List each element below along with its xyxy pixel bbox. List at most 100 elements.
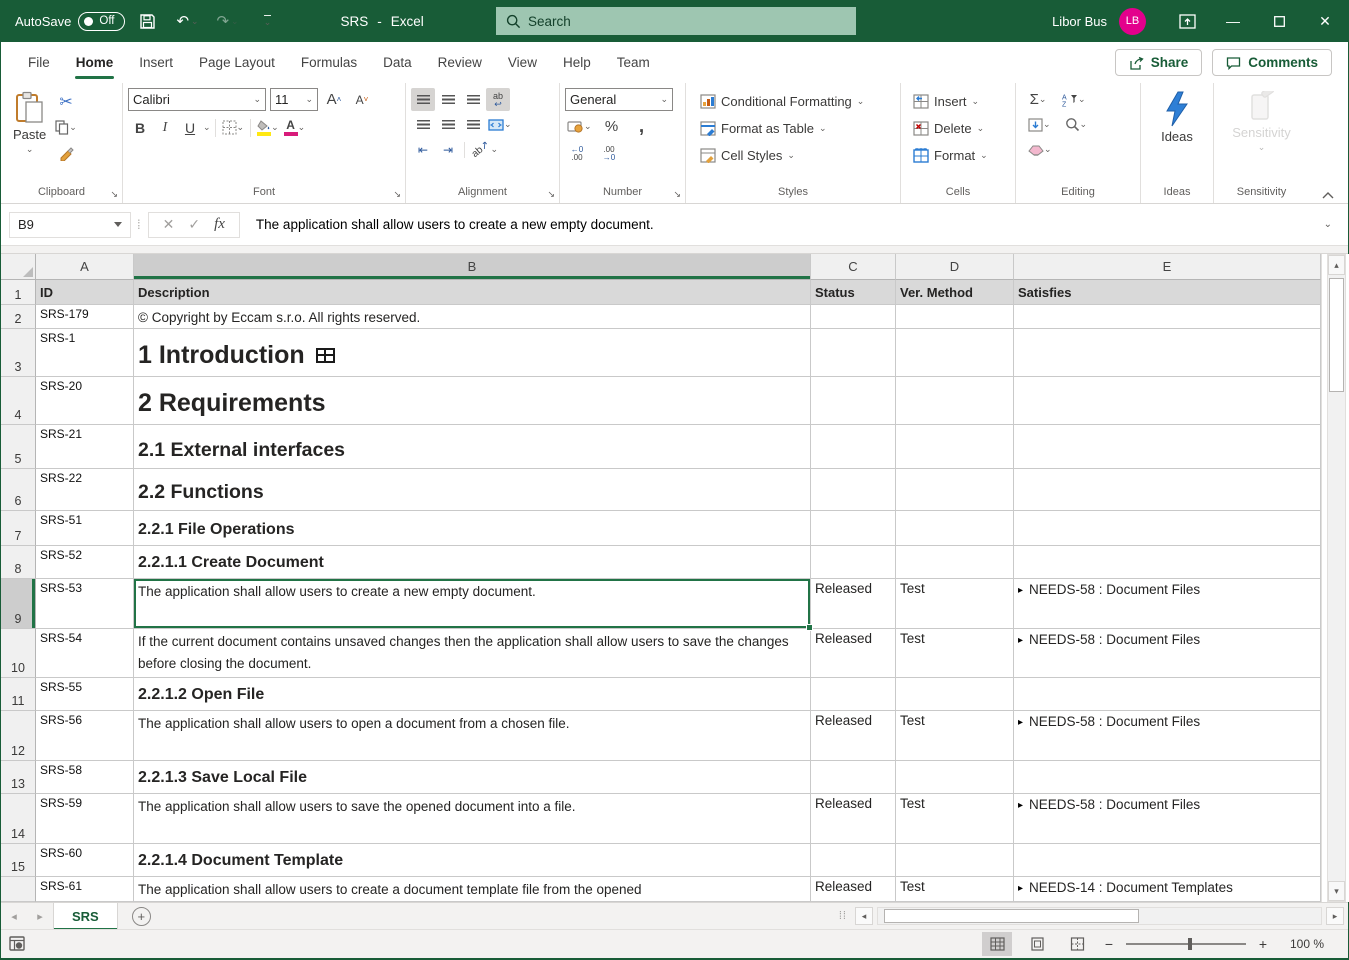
row-header-2[interactable]: 2 (1, 305, 36, 329)
satisfies-cell[interactable] (1014, 511, 1321, 546)
font-name-select[interactable]: Calibri⌄ (128, 88, 266, 111)
ver-method-cell[interactable] (896, 377, 1014, 425)
description-cell[interactable]: 2.2.1.1 Create Document (134, 546, 811, 579)
enter-icon[interactable]: ✓ (188, 216, 200, 233)
sensitivity-button[interactable]: Sensitivity ⌄ (1225, 88, 1298, 184)
fill-color-button[interactable]: ⌄ (255, 116, 281, 139)
satisfies-cell[interactable] (1014, 761, 1321, 794)
clipboard-dialog-launcher[interactable]: ↘ (110, 189, 118, 200)
tab-formulas[interactable]: Formulas (288, 42, 370, 83)
status-cell[interactable]: Released (811, 794, 896, 844)
close-button[interactable]: ✕ (1302, 0, 1348, 42)
id-cell[interactable]: SRS-61 (36, 877, 134, 902)
orientation-button[interactable]: ab↗⌄ (469, 138, 500, 161)
autosave-pill[interactable]: Off (78, 12, 124, 31)
description-cell[interactable]: The application shall allow users to cre… (134, 579, 811, 629)
column-header-D[interactable]: D (896, 254, 1014, 280)
header-cell-E[interactable]: Satisfies (1014, 280, 1321, 305)
increase-font-size-button[interactable]: A˄ (322, 88, 346, 111)
satisfies-cell[interactable] (1014, 377, 1321, 425)
tab-view[interactable]: View (495, 42, 550, 83)
satisfies-cell[interactable]: ▸NEEDS-58 : Document Files (1014, 579, 1321, 629)
tab-team[interactable]: Team (604, 42, 663, 83)
row-header-3[interactable]: 3 (1, 329, 36, 377)
font-dialog-launcher[interactable]: ↘ (393, 189, 401, 200)
alignment-dialog-launcher[interactable]: ↘ (547, 189, 555, 200)
id-cell[interactable]: SRS-1 (36, 329, 134, 377)
percent-style-button[interactable]: % (600, 115, 624, 138)
cancel-icon[interactable]: ✕ (163, 216, 175, 233)
status-cell[interactable] (811, 469, 896, 511)
satisfies-cell[interactable] (1014, 329, 1321, 377)
id-cell[interactable]: SRS-53 (36, 579, 134, 629)
header-cell-A[interactable]: ID (36, 280, 134, 305)
horizontal-scrollbar[interactable] (877, 907, 1322, 925)
paste-button[interactable]: Paste ⌄ (6, 88, 53, 184)
description-cell[interactable]: 2 Requirements (134, 377, 811, 425)
id-cell[interactable]: SRS-20 (36, 377, 134, 425)
redo-button[interactable]: ↷⌄ (211, 6, 245, 36)
align-right-button[interactable] (461, 113, 485, 136)
autosum-button[interactable]: Σ⌄ (1026, 88, 1050, 111)
description-cell[interactable]: If the current document contains unsaved… (134, 629, 811, 678)
number-dialog-launcher[interactable]: ↘ (673, 189, 681, 200)
select-all-corner[interactable] (1, 254, 36, 280)
decrease-decimal-button[interactable]: .00→0 (597, 142, 621, 165)
hscroll-right-button[interactable]: ▸ (1326, 907, 1344, 925)
row-header-13[interactable]: 13 (1, 761, 36, 794)
satisfies-cell[interactable]: ▸NEEDS-58 : Document Files (1014, 794, 1321, 844)
tab-home[interactable]: Home (63, 42, 127, 83)
id-cell[interactable]: SRS-60 (36, 844, 134, 877)
row-header-7[interactable]: 7 (1, 511, 36, 546)
ideas-button[interactable]: Ideas (1154, 88, 1200, 184)
id-cell[interactable]: SRS-21 (36, 425, 134, 469)
horizontal-scroll-thumb[interactable] (884, 909, 1139, 923)
description-cell[interactable]: 2.2.1.4 Document Template (134, 844, 811, 877)
accounting-format-button[interactable]: ⌄ (565, 115, 594, 138)
bold-button[interactable]: B (128, 116, 152, 139)
row-header-9[interactable]: 9 (1, 579, 36, 629)
center-button[interactable] (436, 113, 460, 136)
satisfies-cell[interactable] (1014, 469, 1321, 511)
name-box[interactable]: B9 (9, 212, 131, 238)
page-layout-view-button[interactable] (1022, 932, 1052, 956)
decrease-indent-button[interactable]: ⇤ (411, 138, 435, 161)
ver-method-cell[interactable] (896, 469, 1014, 511)
ver-method-cell[interactable] (896, 305, 1014, 329)
sort-filter-button[interactable]: AZ⌄ (1060, 88, 1088, 111)
row-header-12[interactable]: 12 (1, 711, 36, 761)
comments-button[interactable]: Comments (1212, 49, 1332, 76)
id-cell[interactable]: SRS-179 (36, 305, 134, 329)
row-header-14[interactable]: 14 (1, 794, 36, 844)
description-cell[interactable]: 2.2.1.2 Open File (134, 678, 811, 711)
ver-method-cell[interactable] (896, 425, 1014, 469)
description-cell[interactable]: The application shall allow users to cre… (134, 877, 811, 902)
tab-help[interactable]: Help (550, 42, 604, 83)
undo-button[interactable]: ↶⌄ (171, 6, 205, 36)
sheet-nav-right-icon[interactable]: ▸ (27, 910, 53, 923)
font-size-select[interactable]: 11⌄ (270, 88, 318, 111)
ver-method-cell[interactable]: Test (896, 629, 1014, 678)
number-format-select[interactable]: General⌄ (565, 88, 673, 111)
wrap-text-button[interactable]: ab↩ (486, 88, 510, 111)
header-cell-B[interactable]: Description (134, 280, 811, 305)
ver-method-cell[interactable] (896, 511, 1014, 546)
status-cell[interactable] (811, 761, 896, 794)
satisfies-cell[interactable]: ▸NEEDS-14 : Document Templates (1014, 877, 1321, 902)
minimize-button[interactable]: — (1210, 0, 1256, 42)
row-header-1[interactable]: 1 (1, 280, 36, 305)
row-header-11[interactable]: 11 (1, 678, 36, 711)
top-align-button[interactable] (411, 88, 435, 111)
zoom-out-button[interactable]: − (1102, 936, 1116, 952)
id-cell[interactable]: SRS-51 (36, 511, 134, 546)
zoom-in-button[interactable]: + (1256, 936, 1270, 952)
format-as-table-button[interactable]: Format as Table⌄ (696, 115, 895, 141)
align-left-button[interactable] (411, 113, 435, 136)
vertical-scrollbar[interactable]: ▴ ▾ (1327, 254, 1346, 902)
satisfies-cell[interactable] (1014, 425, 1321, 469)
font-color-button[interactable]: A⌄ (282, 116, 308, 139)
increase-indent-button[interactable]: ⇥ (436, 138, 460, 161)
fill-button[interactable]: ⌄ (1026, 113, 1053, 136)
status-cell[interactable] (811, 546, 896, 579)
zoom-slider[interactable] (1126, 943, 1246, 945)
